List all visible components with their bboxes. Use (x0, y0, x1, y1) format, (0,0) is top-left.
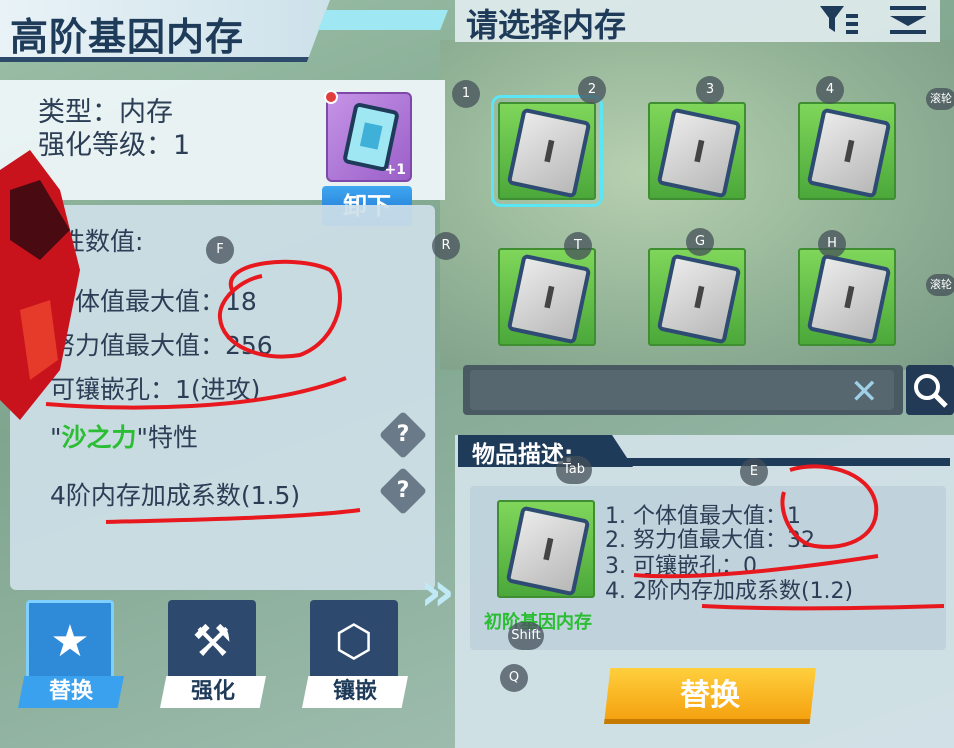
desc-item-icon: I (497, 500, 595, 598)
bonus-line: 4阶内存加成系数(1.5) (50, 481, 301, 510)
title-accent (318, 10, 448, 30)
desc-stripe (620, 458, 950, 466)
key-hint-scroll: 滚轮 (926, 274, 954, 296)
memory-chip-icon: I (656, 107, 742, 199)
memory-slot-5[interactable]: I (648, 248, 746, 346)
key-hint-t: T (564, 232, 592, 260)
tab-inlay[interactable]: ⬡ 镶嵌 (302, 600, 408, 710)
tab-replace-label: 替换 (18, 676, 124, 708)
tab-enhance[interactable]: ⚒ 强化 (160, 600, 266, 710)
memory-chip-icon: I (506, 253, 592, 345)
tab-replace[interactable]: ★ 替换 (18, 600, 124, 710)
memory-chip-icon: I (506, 107, 592, 199)
trait-help-button[interactable]: ? (378, 410, 428, 460)
key-hint-r: R (432, 232, 460, 260)
sort-icon[interactable] (888, 4, 928, 36)
select-memory-title: 请选择内存 (466, 6, 627, 44)
key-hint-2: 2 (578, 76, 606, 104)
equipped-memory-item[interactable]: +1 (324, 90, 412, 182)
memory-slot-1[interactable]: I (491, 95, 603, 207)
desc-line-4: 4. 2阶内存加成系数(1.2) (605, 579, 854, 604)
memory-slot-6[interactable]: I (798, 248, 896, 346)
help-icon: ? (396, 478, 410, 503)
memory-chip-icon: I (505, 505, 591, 597)
key-hint-e: E (740, 458, 768, 486)
help-icon: ? (396, 422, 410, 447)
replace-button[interactable]: 替换 (604, 668, 816, 724)
memory-slot-2[interactable]: I (648, 102, 746, 200)
notification-dot (324, 90, 338, 104)
memory-chip-icon: I (656, 253, 742, 345)
key-hint-scroll: 滚轮 (926, 88, 954, 110)
tab-inlay-label: 镶嵌 (302, 676, 408, 708)
key-hint-h: H (818, 230, 846, 258)
key-hint-1: 1 (452, 80, 480, 108)
tab-enhance-label: 强化 (160, 676, 266, 708)
key-hint-tab: Tab (556, 456, 592, 484)
trait-suffix: "特性 (136, 423, 199, 452)
creature-arm-decoration (0, 150, 80, 420)
search-icon[interactable] (906, 365, 954, 415)
key-hint-shift: Shift (508, 622, 544, 650)
memory-chip-icon: I (806, 107, 892, 199)
filter-icon[interactable] (818, 4, 860, 36)
key-hint-q: Q (500, 664, 528, 692)
double-chevron-right-icon: » (420, 560, 455, 623)
key-hint-3: 3 (696, 76, 724, 104)
page-title: 高阶基因内存 (10, 15, 245, 59)
key-hint-f: F (206, 236, 234, 264)
key-hint-4: 4 (816, 76, 844, 104)
shield-star-icon: ★ (50, 616, 90, 667)
search-input[interactable] (470, 370, 894, 410)
key-hint-g: G (686, 228, 714, 256)
clear-icon[interactable]: ✕ (850, 372, 879, 412)
gem-socket-icon: ⬡ (334, 616, 374, 667)
memory-chip-icon: I (806, 253, 892, 345)
bonus-help-button[interactable]: ? (378, 466, 428, 516)
hammer-anvil-icon: ⚒ (192, 616, 232, 667)
memory-slot-3[interactable]: I (798, 102, 896, 200)
memory-slot-4[interactable]: I (498, 248, 596, 346)
item-badge: +1 (384, 162, 406, 178)
